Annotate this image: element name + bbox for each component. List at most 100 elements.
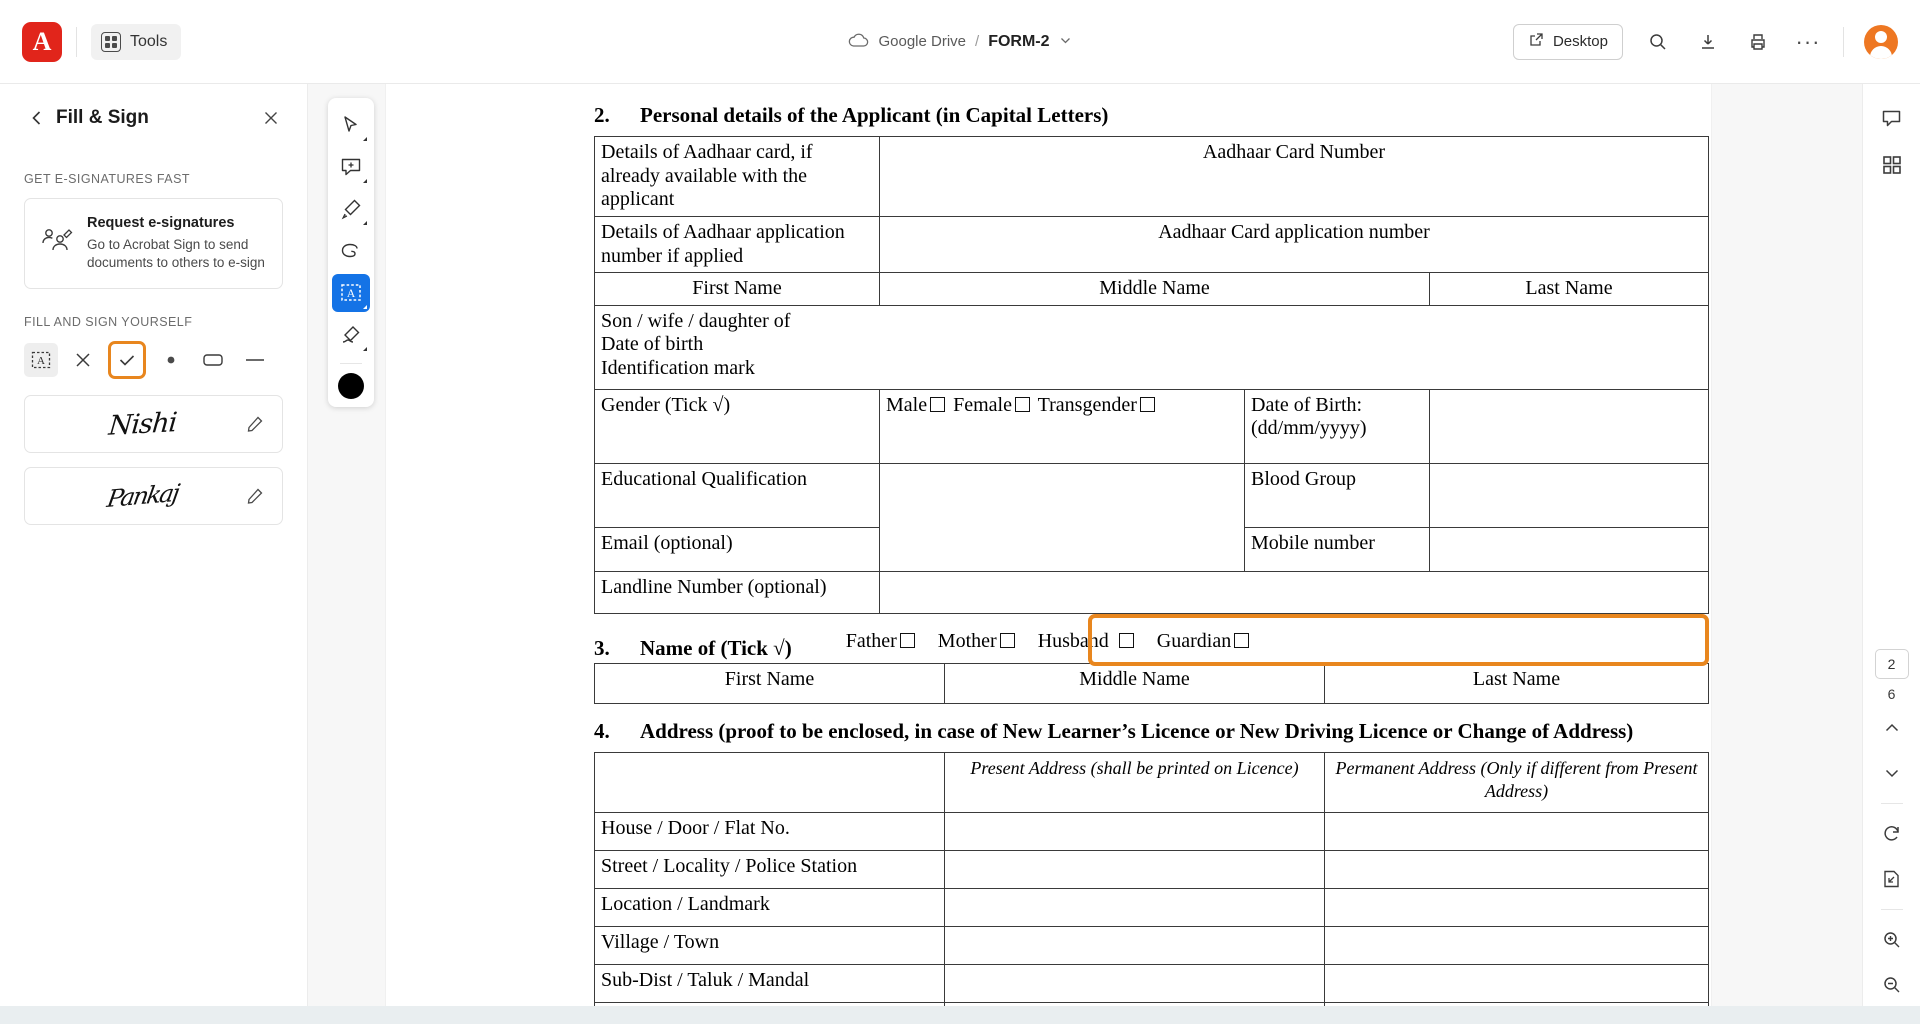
zoom-in-icon[interactable] [1873,921,1911,959]
download-icon[interactable] [1693,27,1723,57]
blood-group-label-cell: Blood Group [1245,463,1430,527]
section-3-heading-row: 3. Name of (Tick √) Father Mother Husban… [594,622,1709,661]
search-icon[interactable] [1643,27,1673,57]
next-page-icon[interactable] [1873,754,1911,792]
toolbar-separator [340,363,362,364]
esign-card-description: Go to Acrobat Sign to send documents to … [87,236,268,272]
option-husband[interactable]: Husband [1038,630,1137,653]
permanent-address-value[interactable] [1325,927,1709,965]
blood-group-value-cell[interactable] [1430,463,1709,527]
chevron-down-icon[interactable] [1059,33,1073,51]
checkbox-father[interactable] [900,633,915,648]
panel-title: Fill & Sign [56,107,149,129]
table-row: Gender (Tick √) Male Female Transgender … [595,389,1709,463]
fill-and-sign-panel: Fill & Sign GET E-SIGNATURES FAST [0,84,308,1024]
tools-button[interactable]: Tools [91,24,181,60]
dob-value-cell[interactable] [1430,389,1709,463]
table-row: Sub-Dist / Taluk / Mandal [595,965,1709,1003]
check-mark-tool[interactable] [108,341,146,379]
zoom-out-icon[interactable] [1873,966,1911,1004]
permanent-address-value[interactable] [1325,851,1709,889]
middle-name-header: Middle Name [945,663,1325,703]
panel-header: Fill & Sign [24,90,283,146]
select-arrow-tool[interactable] [332,106,370,144]
breadcrumb-separator: / [975,33,979,50]
document-viewport[interactable]: 2. Personal details of the Applicant (in… [308,84,1862,1024]
request-esignatures-card[interactable]: Request e-signatures Go to Acrobat Sign … [24,198,283,289]
print-icon[interactable] [1743,27,1773,57]
avatar[interactable] [1864,25,1898,59]
esign-card-title: Request e-signatures [87,215,268,231]
rounded-rect-tool[interactable] [196,343,230,377]
pencil-icon[interactable] [244,413,266,435]
add-comment-tool[interactable] [332,148,370,186]
checkbox-guardian[interactable] [1234,633,1249,648]
permanent-address-value[interactable] [1325,965,1709,1003]
landline-value-cell[interactable] [880,571,1709,613]
permanent-address-header: Permanent Address (Only if different fro… [1325,753,1709,813]
last-name-header: Last Name [1430,273,1709,306]
checkbox-mother[interactable] [1000,633,1015,648]
pencil-icon[interactable] [244,485,266,507]
current-page-input[interactable]: 2 [1875,649,1909,679]
present-address-value[interactable] [945,851,1325,889]
relation-block-cell[interactable]: Son / wife / daughter of Date of birth I… [595,305,1709,389]
color-swatch-black[interactable] [338,373,364,399]
chevron-down-icon [363,221,367,225]
section-4-title: Address (proof to be enclosed, in case o… [640,718,1709,744]
desktop-button[interactable]: Desktop [1513,24,1623,60]
option-mother[interactable]: Mother [938,630,1018,653]
option-guardian-label: Guardian [1157,630,1231,652]
checkbox-female[interactable] [1015,397,1030,412]
previous-page-icon[interactable] [1873,709,1911,747]
rotate-icon[interactable] [1873,815,1911,853]
svg-text:A: A [347,288,356,300]
signature-preview-label: Nishi [39,404,246,446]
dot-tool[interactable] [154,343,188,377]
page-thumbnails-icon[interactable] [1873,146,1911,184]
saved-signature-1[interactable]: Nishi [24,395,283,453]
permanent-address-value[interactable] [1325,813,1709,851]
relation-line-2: Date of birth [601,333,1702,357]
close-icon[interactable] [259,106,283,130]
aadhaar-application-number-cell[interactable]: Aadhaar Card application number [880,217,1709,273]
signature-pen-tool[interactable] [332,316,370,354]
saved-signature-2[interactable]: Pankaj [24,467,283,525]
option-guardian[interactable]: Guardian [1157,630,1252,653]
fill-and-sign-tool[interactable]: A [332,274,370,312]
cross-mark-tool[interactable] [66,343,100,377]
draw-loop-tool[interactable] [332,232,370,270]
text-field-tool[interactable]: A [24,343,58,377]
page-navigation-group: 2 6 [1863,649,1920,1004]
permanent-address-value[interactable] [1325,889,1709,927]
table-row: First Name Middle Name Last Name [595,663,1709,703]
education-value-cell[interactable] [880,463,1245,571]
checkbox-transgender[interactable] [1140,397,1155,412]
mobile-value-cell[interactable] [1430,527,1709,571]
toolbar-divider [76,27,77,57]
middle-name-header: Middle Name [880,273,1430,306]
line-tool[interactable] [238,343,272,377]
table-row: Landline Number (optional) [595,571,1709,613]
aadhaar-number-cell[interactable]: Aadhaar Card Number [880,137,1709,217]
acrobat-logo-icon[interactable]: A [22,22,62,62]
present-address-value[interactable] [945,965,1325,1003]
present-address-value[interactable] [945,927,1325,965]
chevron-left-icon[interactable] [24,105,50,131]
checkbox-male[interactable] [930,397,945,412]
acrobat-window: A Tools Google Drive / FORM-2 De [0,0,1920,1024]
total-pages-label: 6 [1888,686,1896,702]
more-icon[interactable]: ··· [1793,27,1823,57]
comment-panel-icon[interactable] [1873,100,1911,138]
highlighter-tool[interactable] [332,190,370,228]
present-address-value[interactable] [945,889,1325,927]
checkbox-husband[interactable] [1119,633,1134,648]
fit-page-icon[interactable] [1873,860,1911,898]
option-father[interactable]: Father [846,630,918,653]
gender-options-cell[interactable]: Male Female Transgender [880,389,1245,463]
breadcrumb-source[interactable]: Google Drive [878,33,966,50]
option-husband-label: Husband [1038,630,1109,652]
table-row: Educational Qualification Blood Group [595,463,1709,527]
present-address-value[interactable] [945,813,1325,851]
dob-label-cell: Date of Birth: (dd/mm/yyyy) [1245,389,1430,463]
